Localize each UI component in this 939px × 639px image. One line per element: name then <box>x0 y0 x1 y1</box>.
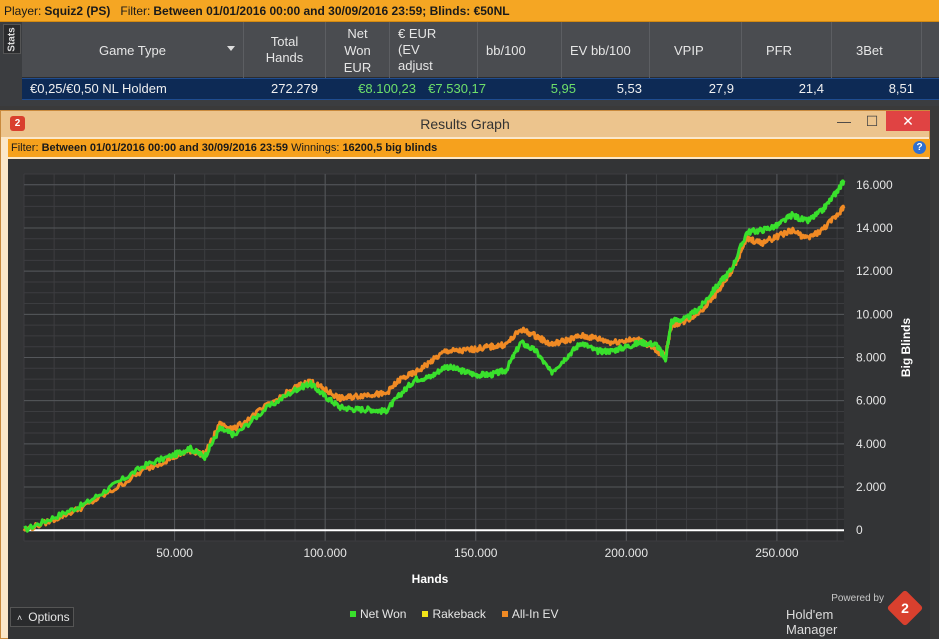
stats-table: Stats Game Type Total Hands Net Won EUR … <box>0 22 939 106</box>
y-tick-label: 2.000 <box>856 480 886 494</box>
graph-bottom-bar: ˄ Options Net Won Rakeback All-In EV Powe… <box>8 589 930 639</box>
cell-ev-adjusted: €7.530,17 <box>428 81 486 96</box>
y-tick-label: 6.000 <box>856 394 886 408</box>
col-vpip[interactable]: VPIP <box>650 22 742 78</box>
y-tick-label: 8.000 <box>856 351 886 365</box>
stats-tab[interactable]: Stats <box>3 24 21 54</box>
options-label: Options <box>28 610 70 624</box>
col-ev-adjusted[interactable]: € EUR (EV adjust <box>390 22 478 78</box>
y-axis-label: Big Blinds <box>899 318 913 378</box>
y-tick-label: 4.000 <box>856 437 886 451</box>
maximize-button[interactable]: ☐ <box>858 111 886 131</box>
cell-net-won: €8.100,23 <box>358 81 416 96</box>
cell-vpip: 27,9 <box>708 81 734 96</box>
results-chart: 50.000 100.000 150.000 200.000 250.000 0 2.000… <box>22 173 913 586</box>
table-row[interactable]: €0,25/€0,50 NL Holdem 272.279 €8.100,23 … <box>22 78 939 100</box>
legend-swatch <box>501 611 508 617</box>
x-axis-label: Hands <box>412 572 449 586</box>
y-tick-label: 12.000 <box>856 264 893 278</box>
brand-name: Hold'em Manager <box>786 607 838 637</box>
window-titlebar[interactable]: 2 Results Graph — ☐ ✕ <box>1 111 930 137</box>
col-ev-bb100[interactable]: EV bb/100 <box>562 22 650 78</box>
chevron-down-icon[interactable] <box>227 46 235 51</box>
winnings-value: 16200,5 big blinds <box>342 142 438 154</box>
help-icon[interactable]: ? <box>913 141 926 154</box>
x-tick-label: 200.000 <box>605 546 649 560</box>
graph-filter-label: Filter: <box>11 142 39 154</box>
winnings-label: Winnings: <box>291 142 340 154</box>
options-button[interactable]: ˄ Options <box>10 607 74 627</box>
chart-legend: Net Won Rakeback All-In EV <box>350 607 559 621</box>
powered-by-logo: Powered by Hold'em Manager 2 <box>786 589 924 637</box>
holdem-manager-logo-icon: 2 <box>886 589 924 627</box>
filter-bar: Player: Squiz2 (PS) Filter: Between 01/01/… <box>0 0 939 22</box>
graph-filter-bar: Filter: Between 01/01/2016 00:00 and 30/… <box>8 139 930 157</box>
legend-item-net-won[interactable]: Net Won <box>350 607 406 621</box>
col-pfr[interactable]: PFR <box>742 22 832 78</box>
x-tick-label: 250.000 <box>755 546 799 560</box>
minimize-button[interactable]: — <box>830 111 858 131</box>
col-3bet[interactable]: 3Bet <box>832 22 922 78</box>
legend-label: Rakeback <box>432 607 486 621</box>
x-tick-label: 100.000 <box>303 546 347 560</box>
player-name[interactable]: Squiz2 (PS) <box>44 4 110 18</box>
y-tick-label: 0 <box>856 523 863 537</box>
legend-swatch <box>422 611 429 617</box>
cell-total-hands: 272.279 <box>271 81 318 96</box>
graph-filter-text: Between 01/01/2016 00:00 and 30/09/2016 … <box>41 142 289 154</box>
close-button[interactable]: ✕ <box>886 111 930 131</box>
table-header: Game Type Total Hands Net Won EUR € EUR … <box>22 22 939 78</box>
col-total-hands[interactable]: Total Hands <box>244 22 326 78</box>
legend-item-rakeback[interactable]: Rakeback <box>422 607 486 621</box>
y-tick-label: 16.000 <box>856 178 893 192</box>
col-bb100[interactable]: bb/100 <box>478 22 562 78</box>
cell-ev-bb100: 5,53 <box>616 81 642 96</box>
cell-game-type: €0,25/€0,50 NL Holdem <box>30 81 167 96</box>
window-title: Results Graph <box>420 116 510 132</box>
col-game-type[interactable]: Game Type <box>22 22 244 78</box>
legend-label: All-In EV <box>511 607 559 621</box>
col-net-won[interactable]: Net Won EUR <box>326 22 390 78</box>
stats-tab-label: Stats <box>6 26 18 52</box>
legend-label: Net Won <box>360 607 407 621</box>
filter-text[interactable]: Between 01/01/2016 00:00 and 30/09/2016 … <box>153 4 509 18</box>
legend-swatch <box>350 611 356 617</box>
col-label: Game Type <box>99 42 166 58</box>
y-tick-label: 10.000 <box>856 307 893 321</box>
filter-label: Filter: <box>120 4 151 18</box>
y-tick-label: 14.000 <box>856 221 893 235</box>
graph-panel: 50.000 100.000 150.000 200.000 250.000 0 2.000… <box>8 159 930 639</box>
caret-up-icon: ˄ <box>17 613 23 623</box>
results-graph-window: 2 Results Graph — ☐ ✕ Filter: Between 01… <box>0 110 930 639</box>
legend-item-allin-ev[interactable]: All-In EV <box>501 607 559 621</box>
logo-badge: 2 <box>901 600 909 616</box>
cell-pfr: 21,4 <box>798 81 824 96</box>
x-tick-label: 150.000 <box>454 546 498 560</box>
powered-by-label: Powered by <box>831 593 884 604</box>
cell-bb100: 5,95 <box>550 81 576 96</box>
x-tick-label: 50.000 <box>156 546 193 560</box>
cell-3bet: 8,51 <box>888 81 914 96</box>
player-label: Player: <box>4 4 42 18</box>
